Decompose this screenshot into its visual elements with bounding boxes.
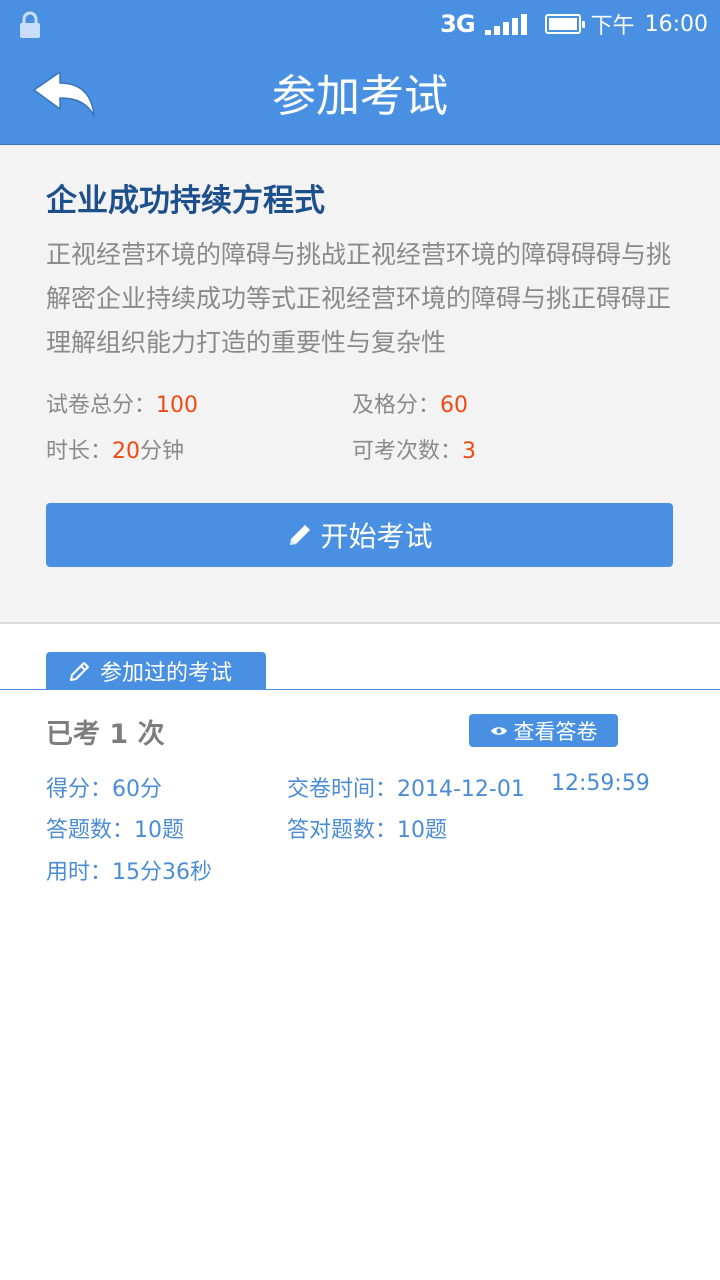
lock-icon bbox=[20, 11, 40, 38]
exam-description: 正视经营环境的障碍与挑战正视经营环境的障碍碍碍与挑 解密企业持续成功等式正视经营… bbox=[46, 240, 672, 357]
duration: 时长：20分钟 bbox=[46, 433, 184, 465]
result-submit-date: 交卷时间：2014-12-01 bbox=[287, 777, 525, 802]
attempts-value: 3 bbox=[462, 439, 477, 464]
result-question-count: 答题数：10题 bbox=[46, 818, 184, 843]
start-exam-label: 开始考试 bbox=[320, 520, 433, 553]
result-correct-count: 答对题数：10题 bbox=[287, 818, 447, 843]
duration-label: 时长： bbox=[46, 439, 113, 464]
duration-value: 20 bbox=[112, 439, 141, 464]
eye-icon bbox=[490, 726, 507, 735]
network-type: 3G bbox=[440, 10, 475, 38]
total-score: 试卷总分：100 bbox=[46, 387, 198, 419]
attempts-label: 可考次数： bbox=[352, 439, 463, 464]
battery-icon bbox=[544, 14, 585, 34]
total-score-label: 试卷总分： bbox=[46, 393, 157, 418]
signal-strength-icon bbox=[484, 13, 527, 35]
pencil-outline-icon bbox=[70, 662, 89, 681]
attempt-count: 已考 1 次 bbox=[46, 719, 165, 750]
time-period: 下午 bbox=[590, 14, 635, 39]
result-submit-clock: 12:59:59 bbox=[551, 771, 650, 796]
start-exam-button[interactable]: 开始考试 bbox=[46, 503, 673, 567]
duration-unit: 分钟 bbox=[140, 439, 185, 464]
exam-title: 企业成功持续方程式 bbox=[46, 183, 325, 219]
divider bbox=[0, 689, 720, 690]
title-bar: 参加考试 bbox=[0, 48, 720, 145]
tab-exam-history-label: 参加过的考试 bbox=[100, 661, 233, 686]
tab-exam-history[interactable]: 参加过的考试 bbox=[46, 652, 266, 690]
app-screen: 3G 下午 16:00 参加考试 企业成功持续方程式 正视经营环境的障碍与挑战正… bbox=[0, 0, 720, 1280]
exam-card: 企业成功持续方程式 正视经营环境的障碍与挑战正视经营环境的障碍碍碍与挑 解密企业… bbox=[0, 145, 720, 624]
view-answer-label: 查看答卷 bbox=[513, 719, 598, 744]
pass-score-value: 60 bbox=[440, 393, 469, 418]
pass-score-label: 及格分： bbox=[352, 393, 441, 418]
pass-score: 及格分：60 bbox=[352, 387, 468, 419]
clock: 16:00 bbox=[644, 11, 708, 37]
page-title: 参加考试 bbox=[272, 71, 448, 122]
total-score-value: 100 bbox=[156, 393, 199, 418]
pencil-icon bbox=[290, 525, 311, 545]
status-bar: 3G 下午 16:00 bbox=[0, 0, 720, 48]
result-time-used: 用时：15分36秒 bbox=[46, 860, 212, 885]
view-answer-button[interactable]: 查看答卷 bbox=[469, 714, 618, 747]
status-indicators: 3G 下午 16:00 bbox=[440, 0, 708, 48]
result-score: 得分：60分 bbox=[46, 777, 162, 802]
attempts-allowed: 可考次数：3 bbox=[352, 433, 476, 465]
